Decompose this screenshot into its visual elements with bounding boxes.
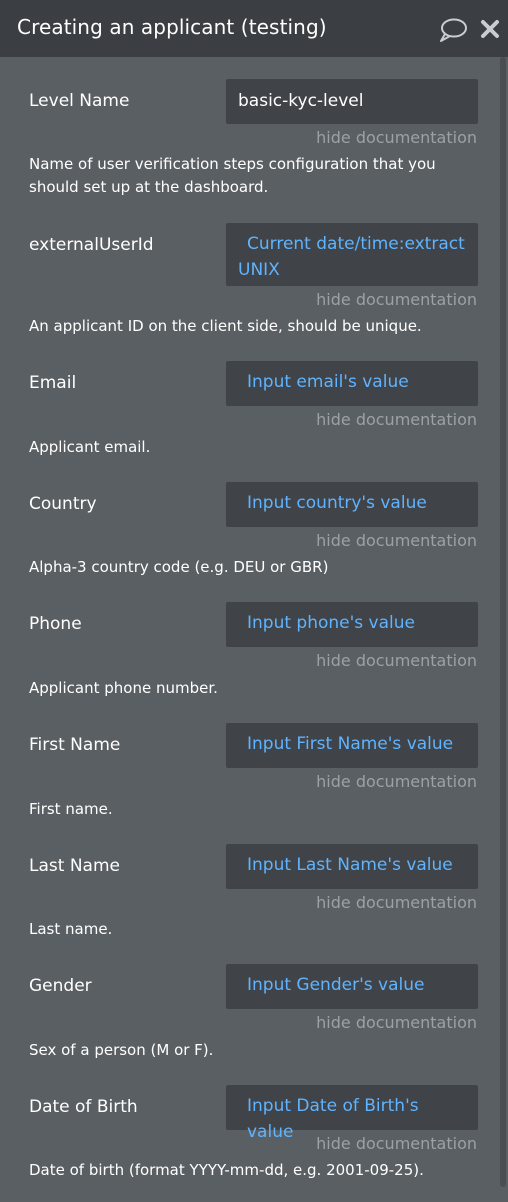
field-doc-external-user-id: An applicant ID on the client side, shou… (29, 317, 422, 335)
hide-documentation-link[interactable]: hide documentation (316, 531, 477, 550)
field-label-country: Country (29, 494, 97, 514)
date-of-birth-input[interactable]: Input Date of Birth's value (226, 1085, 478, 1142)
field-doc-country: Alpha-3 country code (e.g. DEU or GBR) (29, 558, 329, 576)
external-user-id-value: Current date/time:extract UNIX (238, 234, 465, 280)
hide-documentation-link[interactable]: hide documentation (316, 772, 477, 791)
first-name-input[interactable]: Input First Name's value (226, 723, 478, 768)
email-input[interactable]: Input email's value (226, 361, 478, 406)
hide-documentation-link[interactable]: hide documentation (316, 893, 477, 912)
country-value: Input country's value (247, 493, 427, 513)
level-name-input[interactable]: basic-kyc-level (226, 79, 478, 124)
field-doc-level-name: Name of user verification steps configur… (29, 155, 436, 196)
hide-documentation-link[interactable]: hide documentation (316, 1013, 477, 1032)
hide-documentation-link[interactable]: hide documentation (316, 651, 477, 670)
level-name-value: basic-kyc-level (238, 91, 364, 111)
field-doc-date-of-birth: Date of birth (format YYYY-mm-dd, e.g. 2… (29, 1161, 424, 1179)
field-label-external-user-id: externalUserId (29, 235, 154, 255)
first-name-value: Input First Name's value (247, 734, 454, 754)
panel-title: Creating an applicant (testing) (17, 15, 327, 39)
field-label-date-of-birth: Date of Birth (29, 1097, 138, 1117)
field-label-phone: Phone (29, 614, 82, 634)
field-label-first-name: First Name (29, 735, 121, 755)
field-label-email: Email (29, 373, 77, 393)
last-name-value: Input Last Name's value (247, 855, 453, 875)
country-input[interactable]: Input country's value (226, 482, 478, 527)
field-doc-first-name: First name. (29, 800, 113, 818)
last-name-input[interactable]: Input Last Name's value (226, 844, 478, 889)
field-doc-phone: Applicant phone number. (29, 679, 218, 697)
property-editor-panel: Creating an applicant (testing) Level Na… (0, 0, 508, 1202)
phone-input[interactable]: Input phone's value (226, 602, 478, 647)
email-value: Input email's value (247, 372, 409, 392)
hide-documentation-link[interactable]: hide documentation (316, 290, 477, 309)
hide-documentation-link[interactable]: hide documentation (316, 1134, 477, 1153)
speech-bubble-icon[interactable] (438, 17, 468, 43)
hide-documentation-link[interactable]: hide documentation (316, 128, 477, 147)
phone-value: Input phone's value (247, 613, 415, 633)
hide-documentation-link[interactable]: hide documentation (316, 410, 477, 429)
vertical-scrollbar[interactable] (500, 57, 506, 1187)
field-label-level-name: Level Name (29, 91, 130, 111)
field-doc-email: Applicant email. (29, 438, 151, 456)
close-icon[interactable] (480, 19, 500, 39)
panel-titlebar: Creating an applicant (testing) (0, 0, 508, 57)
external-user-id-input[interactable]: Current date/time:extract UNIX (226, 223, 478, 286)
gender-value: Input Gender's value (247, 975, 425, 995)
field-doc-last-name: Last name. (29, 920, 113, 938)
gender-input[interactable]: Input Gender's value (226, 964, 478, 1009)
field-label-gender: Gender (29, 976, 92, 996)
field-label-last-name: Last Name (29, 856, 120, 876)
field-doc-gender: Sex of a person (M or F). (29, 1041, 214, 1059)
